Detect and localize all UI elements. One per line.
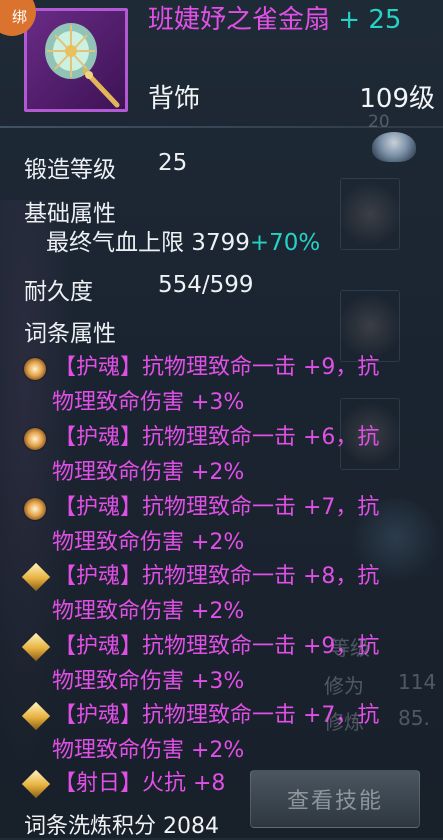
affix-line-2: 物理致命伤害 +2% xyxy=(52,460,245,485)
affix-line-1: 【护魂】抗物理致命一击 +9，抗 xyxy=(54,634,380,659)
enhance-level: + 25 xyxy=(338,5,402,35)
durability-value: 554/599 xyxy=(158,272,254,298)
refine-points: 词条洗炼积分 2084 xyxy=(24,814,219,839)
affix-line-2: 物理致命伤害 +2% xyxy=(52,738,245,763)
forge-level-label: 锻造等级 xyxy=(24,157,116,183)
yin-yang-ornament xyxy=(372,132,416,162)
diamond-icon xyxy=(21,701,51,731)
affix-item: 【护魂】抗物理致命一击 +9，抗 物理致命伤害 +3% xyxy=(24,350,434,420)
affix-item: 【护魂】抗物理致命一击 +9，抗 物理致命伤害 +3% xyxy=(21,629,434,699)
affix-line-1: 【护魂】抗物理致命一击 +8，抗 xyxy=(54,564,380,589)
diamond-icon xyxy=(21,632,51,662)
header-divider xyxy=(0,126,443,128)
affix-line-2: 物理致命伤害 +3% xyxy=(52,669,245,694)
soul-guard-icon xyxy=(24,358,46,380)
affix-attributes-label: 词条属性 xyxy=(24,321,116,347)
item-name: 班婕妤之雀金扇 + 25 xyxy=(148,4,438,36)
affix-line-1: 【护魂】抗物理致命一击 +7，抗 xyxy=(54,495,380,520)
affix-line-2: 物理致命伤害 +3% xyxy=(52,390,245,415)
item-name-text: 班婕妤之雀金扇 xyxy=(148,5,331,35)
base-attribute-text: 最终气血上限 3799 xyxy=(46,230,250,256)
soul-guard-icon xyxy=(24,498,46,520)
affix-line-2: 物理致命伤害 +2% xyxy=(52,530,245,555)
affix-item: 【护魂】抗物理致命一击 +7，抗 物理致命伤害 +2% xyxy=(24,490,434,560)
diamond-icon xyxy=(21,769,51,799)
affix-line-1: 【护魂】抗物理致命一击 +6，抗 xyxy=(54,425,380,450)
affix-item: 【护魂】抗物理致命一击 +6，抗 物理致命伤害 +2% xyxy=(24,420,434,490)
affix-line-1: 【护魂】抗物理致命一击 +7，抗 xyxy=(54,703,380,728)
affix-item: 【护魂】抗物理致命一击 +7，抗 物理致命伤害 +2% xyxy=(21,698,434,768)
durability-label: 耐久度 xyxy=(24,279,93,305)
item-level: 109级 xyxy=(359,84,435,114)
diamond-icon xyxy=(21,562,51,592)
affix-item: 【射日】火抗 +8 xyxy=(21,766,434,802)
soul-guard-icon xyxy=(24,428,46,450)
affix-line-1: 【护魂】抗物理致命一击 +9，抗 xyxy=(54,355,380,380)
base-attribute-row: 最终气血上限 3799+70% xyxy=(46,228,320,258)
item-icon xyxy=(24,8,128,112)
base-attributes-label: 基础属性 xyxy=(24,201,116,227)
base-attribute-bonus: +70% xyxy=(249,230,321,256)
golden-fan-icon xyxy=(45,23,120,108)
affix-line-2: 物理致命伤害 +2% xyxy=(52,599,245,624)
item-type: 背饰 xyxy=(148,84,201,114)
slot-level-badge: 20 xyxy=(368,112,390,132)
affix-item: 【护魂】抗物理致命一击 +8，抗 物理致命伤害 +2% xyxy=(21,559,434,629)
affix-line-1: 【射日】火抗 +8 xyxy=(54,771,226,796)
equipment-slot-1[interactable] xyxy=(340,178,400,250)
forge-level-value: 25 xyxy=(158,150,188,176)
